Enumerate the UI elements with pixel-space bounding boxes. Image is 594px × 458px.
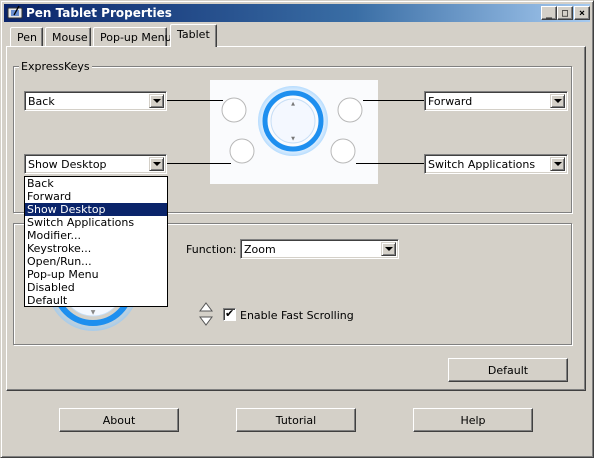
fast-scrolling-checkbox[interactable]: ✔ [223,307,236,321]
dropdown-option-keystroke[interactable]: Keystroke... [25,242,167,255]
dropdown-option-back[interactable]: Back [25,177,167,190]
chevron-down-icon[interactable] [149,157,164,171]
dropdown-option-switch-applications[interactable]: Switch Applications [25,216,167,229]
dropdown-option-default[interactable]: Default [25,294,167,307]
expresskey-top-left-value: Back [28,95,55,108]
tab-tablet[interactable]: Tablet [170,24,217,47]
checkmark-icon: ✔ [225,307,235,320]
close-button[interactable]: × [574,6,590,20]
leader-line-bottom-right [356,163,425,164]
tab-pop-up-menu[interactable]: Pop-up Menu [93,27,172,47]
expresskey-bottom-left-select[interactable]: Show Desktop [24,154,167,174]
dropdown-option-forward[interactable]: Forward [25,190,167,203]
function-value: Zoom [244,243,276,256]
dropdown-option-open-run[interactable]: Open/Run... [25,255,167,268]
tab-pen[interactable]: Pen [10,27,43,47]
svg-text:▲: ▲ [291,101,295,107]
chevron-down-icon[interactable] [550,94,565,108]
chevron-down-icon[interactable] [149,94,164,108]
tutorial-button[interactable]: Tutorial [236,408,356,432]
expresskeys-group-label: ExpressKeys [19,60,92,73]
leader-line-bottom-left [167,163,231,164]
svg-text:▼: ▼ [291,136,295,142]
dropdown-option-show-desktop[interactable]: Show Desktop [25,203,167,216]
expresskey-bottom-left-value: Show Desktop [28,158,107,171]
chevron-down-icon[interactable] [381,242,396,256]
chevron-down-icon[interactable] [550,157,565,171]
leader-line-top-left [167,100,223,101]
dropdown-option-modifier[interactable]: Modifier... [25,229,167,242]
expresskey-top-left-select[interactable]: Back [24,91,167,111]
leader-line-top-right [363,100,425,101]
tablet-illustration: ▲ ▼ [210,80,378,184]
expresskey-bottom-right-select[interactable]: Switch Applications [424,154,568,174]
function-label: Function: [186,243,237,256]
scroll-arrows-icon [199,302,213,326]
svg-text:▼: ▼ [91,309,96,316]
title-bar[interactable]: Pen Tablet Properties _ □ × [4,4,590,22]
pen-tablet-properties-window: Pen Tablet Properties _ □ × Pen Mouse Po… [0,0,594,458]
tab-mouse[interactable]: Mouse [45,27,91,47]
expresskey-top-right-value: Forward [428,95,473,108]
window-title: Pen Tablet Properties [26,6,172,20]
expresskey-bottom-right-value: Switch Applications [428,158,536,171]
fast-scrolling-label: Enable Fast Scrolling [240,309,354,322]
default-button[interactable]: Default [448,358,568,382]
expresskey-top-right-select[interactable]: Forward [424,91,568,111]
maximize-button[interactable]: □ [557,6,573,20]
tablet-app-icon [7,5,23,19]
minimize-button[interactable]: _ [541,6,557,20]
expresskey-dropdown-list[interactable]: Back Forward Show Desktop Switch Applica… [24,176,168,307]
function-select[interactable]: Zoom [240,239,399,259]
about-button[interactable]: About [59,408,179,432]
dropdown-option-disabled[interactable]: Disabled [25,281,167,294]
help-button[interactable]: Help [413,408,533,432]
dropdown-option-pop-up-menu[interactable]: Pop-up Menu [25,268,167,281]
